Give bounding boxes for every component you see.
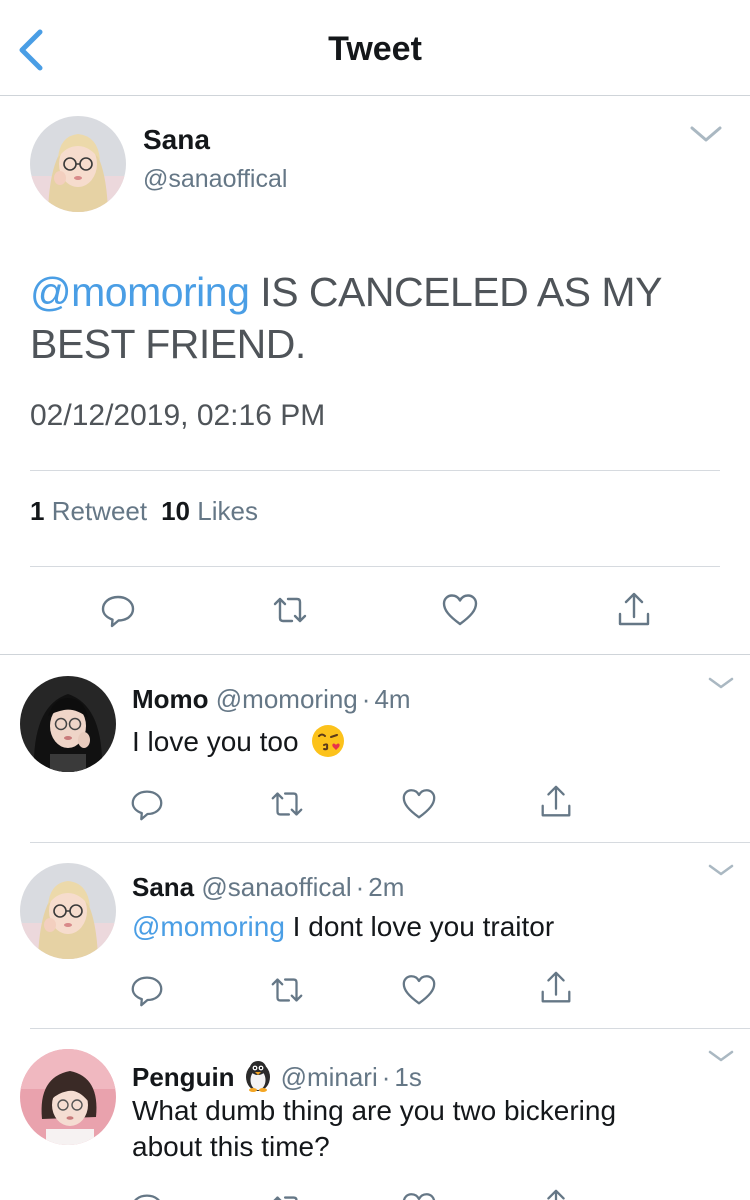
nav-header: Tweet (0, 0, 750, 96)
retweet-icon (273, 1196, 298, 1200)
chevron-down-icon (690, 126, 722, 142)
reply-body: What dumb thing are you two bickering ab… (132, 1095, 617, 1162)
reply-header: Momo @momoring · 4m (132, 684, 411, 714)
chevron-down-icon (708, 677, 734, 689)
like-icon (442, 594, 478, 626)
reply-options-button[interactable] (706, 860, 736, 880)
share-icon (541, 785, 571, 817)
retweet-button[interactable] (268, 785, 306, 823)
retweet-button[interactable] (268, 1189, 306, 1200)
likes-stat[interactable]: 10 Likes (161, 496, 258, 526)
page-title: Tweet (328, 30, 422, 68)
retweet-button[interactable] (270, 590, 310, 630)
chevron-down-icon (708, 1050, 734, 1062)
reply-text: What dumb thing are you two bickering ab… (132, 1093, 692, 1165)
reply-button[interactable] (128, 785, 166, 823)
divider (30, 470, 720, 471)
tweet-detail-screen: Tweet Sana @sanaoffical @momoring IS CAN… (0, 0, 750, 1200)
share-icon (547, 1189, 565, 1200)
reply-icon (101, 595, 135, 628)
share-button[interactable] (537, 1187, 575, 1200)
engagement-stats: 1 Retweet 10 Likes (30, 496, 258, 527)
reply-time: 4m (374, 684, 411, 714)
chevron-down-icon (708, 864, 734, 876)
tweet-options-button[interactable] (688, 122, 724, 146)
reply-body: I love you too (132, 726, 299, 757)
reply-text: I love you too (132, 723, 712, 760)
retweet-icon (271, 978, 303, 1002)
divider (30, 566, 720, 567)
reply-tweet[interactable]: Penguin @minari · 1s What dumb thing are y… (0, 1029, 750, 1200)
share-icon (618, 592, 650, 626)
retweets-label: Retweet (51, 496, 148, 526)
retweet-icon (273, 597, 307, 623)
avatar[interactable] (30, 116, 126, 212)
share-icon (541, 971, 571, 1003)
reply-icon (131, 976, 163, 1007)
author-name[interactable]: Momo (132, 684, 209, 714)
reply-tweet[interactable]: Sana @sanaoffical · 2m @momoring I dont lo… (0, 843, 750, 1029)
avatar[interactable] (20, 1049, 116, 1145)
author-handle[interactable]: @sanaoffical (201, 872, 351, 902)
mention-link[interactable]: @momoring (132, 911, 285, 942)
author-handle[interactable]: @momoring (216, 684, 358, 714)
like-button[interactable] (400, 971, 438, 1009)
retweets-count: 1 (30, 496, 45, 526)
avatar[interactable] (20, 676, 116, 772)
author-handle[interactable]: @minari (281, 1062, 378, 1092)
author-name[interactable]: Penguin (132, 1062, 235, 1092)
reply-icon (134, 1194, 160, 1200)
like-icon (402, 789, 436, 819)
reply-icon (131, 790, 163, 821)
author-name[interactable]: Sana (143, 124, 210, 156)
author-handle[interactable]: @sanaoffical (143, 165, 287, 194)
like-button[interactable] (440, 590, 480, 630)
reply-time: 2m (368, 872, 405, 902)
tweet-actions (0, 590, 750, 634)
avatar[interactable] (20, 863, 116, 959)
reply-options-button[interactable] (706, 673, 736, 693)
like-button[interactable] (400, 785, 438, 823)
reply-text: @momoring I dont love you traitor (132, 909, 712, 945)
reply-header: Penguin @minari · 1s (132, 1058, 422, 1093)
tweet-text: @momoring IS CANCELED AS MY BEST FRIEND. (30, 266, 720, 370)
retweets-stat[interactable]: 1 Retweet (30, 496, 147, 526)
author-name[interactable]: Sana (132, 872, 194, 902)
reply-header: Sana @sanaoffical · 2m (132, 872, 405, 902)
share-button[interactable] (537, 969, 575, 1007)
reply-body: I dont love you traitor (284, 911, 555, 942)
reply-button[interactable] (128, 971, 166, 1009)
share-button[interactable] (614, 590, 654, 630)
retweet-icon (271, 792, 303, 816)
likes-count: 10 (161, 496, 191, 526)
retweet-button[interactable] (268, 971, 306, 1009)
reply-options-button[interactable] (706, 1046, 736, 1066)
share-button[interactable] (537, 783, 575, 821)
reply-time: 1s (394, 1062, 422, 1092)
like-icon (402, 1193, 436, 1200)
reply-tweet[interactable]: Momo @momoring · 4m I love you too (0, 655, 750, 843)
tweet-timestamp: 02/12/2019, 02:16 PM (30, 399, 326, 432)
likes-label: Likes (197, 496, 258, 526)
penguin-emoji (245, 1061, 270, 1092)
mention-link[interactable]: @momoring (30, 269, 250, 315)
reply-button[interactable] (128, 1189, 166, 1200)
kissing-face-with-heart-emoji (312, 725, 345, 757)
reply-button[interactable] (98, 590, 138, 630)
like-icon (402, 975, 436, 1005)
like-button[interactable] (400, 1189, 438, 1200)
